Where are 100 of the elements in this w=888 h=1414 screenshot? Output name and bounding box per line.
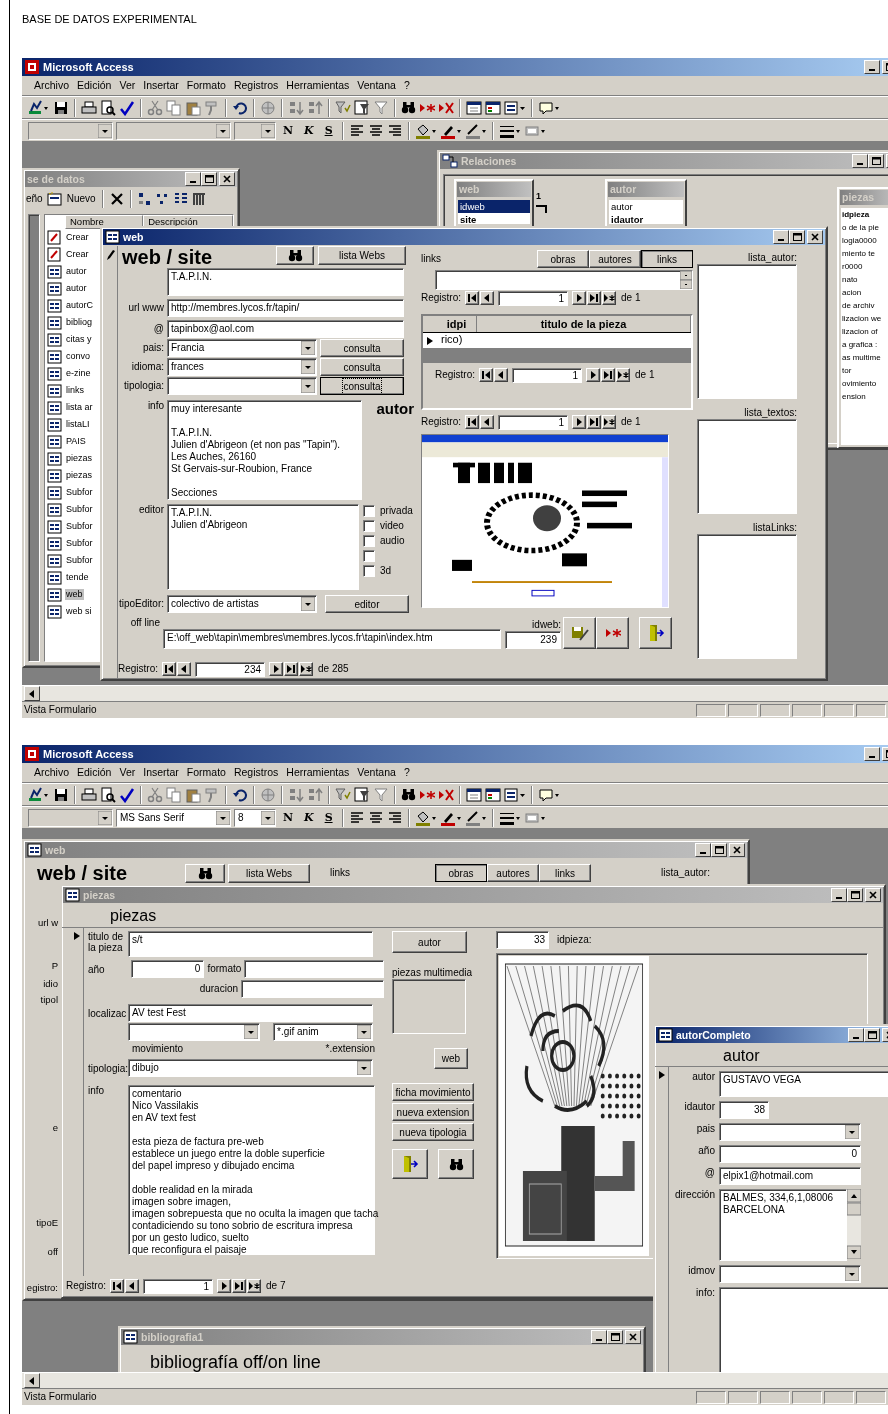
save-icon[interactable] xyxy=(53,99,69,116)
align-right-icon[interactable] xyxy=(386,809,403,826)
text-field[interactable]: http://membres.lycos.fr/tapin/ xyxy=(167,299,404,318)
menu-item[interactable]: Ventana xyxy=(353,766,400,779)
checkbox[interactable] xyxy=(363,565,375,578)
text-area[interactable]: muy interesante T.A.P.I.N. Julien d'Abrigeon (et non pas "Tapin"). Les Auches, 26160 St Gervais-sur-Roubion, France Secciones xyxy=(167,400,362,501)
list-box[interactable] xyxy=(392,979,466,1035)
format-button[interactable]: S xyxy=(320,811,337,825)
menu-item[interactable]: Ver xyxy=(115,766,140,779)
format-button[interactable]: K xyxy=(300,124,318,138)
format-painter-icon[interactable] xyxy=(204,99,220,116)
database-window-icon[interactable] xyxy=(485,786,501,803)
help-icon[interactable] xyxy=(538,786,560,803)
first-record-button[interactable] xyxy=(162,662,176,677)
field-name[interactable]: o de la pie xyxy=(841,221,888,235)
text-field[interactable]: E:\off_web\tapin\membres\membres.lycos.fr\tapin\index.htm xyxy=(163,629,501,650)
menu-item[interactable]: Insertar xyxy=(139,766,183,779)
last-record-button[interactable] xyxy=(587,291,601,306)
line-color-icon[interactable] xyxy=(464,809,487,826)
search-button[interactable] xyxy=(438,1149,474,1180)
maximize-button[interactable] xyxy=(607,1330,623,1345)
help-icon[interactable] xyxy=(538,99,560,116)
tab[interactable]: obras xyxy=(435,864,487,883)
list-item[interactable]: piezas xyxy=(65,470,93,482)
new-record-button[interactable] xyxy=(299,662,313,677)
record-number-field[interactable]: 1 xyxy=(498,290,568,306)
text-field[interactable]: AV test Fest xyxy=(128,1004,373,1023)
text-area[interactable]: GUSTAVO VEGA xyxy=(719,1071,888,1098)
binoculars-icon[interactable] xyxy=(401,101,416,115)
menu-item[interactable]: Registros xyxy=(229,79,283,92)
table-box[interactable]: autor autor idautor xyxy=(605,179,687,229)
align-right-icon[interactable] xyxy=(386,122,403,139)
list-item[interactable]: lista ar xyxy=(65,402,94,414)
undo-icon[interactable] xyxy=(232,99,248,116)
minimize-button[interactable] xyxy=(185,172,201,187)
list-item[interactable]: convo xyxy=(65,351,92,363)
list-item[interactable]: Subfor xyxy=(65,555,94,567)
close-button[interactable] xyxy=(625,1330,641,1345)
previous-record-button[interactable] xyxy=(177,662,191,677)
sort-ascending-icon[interactable] xyxy=(288,99,304,116)
small-icons-icon[interactable] xyxy=(155,192,170,207)
list-item[interactable]: web si xyxy=(65,606,93,618)
first-record-button[interactable] xyxy=(465,415,479,430)
form-button[interactable]: ficha movimiento xyxy=(392,1083,474,1102)
new-record-button[interactable] xyxy=(602,291,616,306)
format-button[interactable]: N xyxy=(279,811,298,825)
field-name[interactable]: de archiv xyxy=(841,299,888,313)
dropdown-field[interactable]: *.gif anim xyxy=(273,1023,373,1042)
maximize-button[interactable] xyxy=(789,230,805,245)
cut-icon[interactable] xyxy=(147,786,163,803)
close-button[interactable] xyxy=(865,888,881,903)
last-record-button[interactable] xyxy=(587,415,601,430)
list-item[interactable]: e-zine xyxy=(65,368,92,380)
field-name[interactable]: lizacion of xyxy=(841,325,888,339)
text-field[interactable]: 239 xyxy=(505,631,561,650)
query-button[interactable]: consulta xyxy=(320,358,404,377)
maximize-button[interactable] xyxy=(711,843,727,858)
field-name[interactable]: idautor xyxy=(609,213,683,225)
new-record-button[interactable] xyxy=(616,368,630,383)
previous-record-button[interactable] xyxy=(480,291,494,306)
record-number-field[interactable]: 1 xyxy=(498,414,568,430)
format-button[interactable]: S xyxy=(320,124,337,138)
list-item[interactable]: PAIS xyxy=(65,436,87,448)
next-record-button[interactable] xyxy=(572,415,586,430)
align-left-icon[interactable] xyxy=(348,122,365,139)
dropdown-field[interactable]: colectivo de artistas xyxy=(167,595,317,614)
text-area[interactable]: s/t xyxy=(128,931,373,958)
format-button[interactable]: K xyxy=(300,811,318,825)
menu-item[interactable]: Ver xyxy=(115,79,140,92)
spelling-icon[interactable] xyxy=(119,99,135,116)
filter-form-icon[interactable] xyxy=(354,786,370,803)
menu-item[interactable]: Edición xyxy=(73,766,116,779)
view-icon[interactable] xyxy=(28,786,50,803)
text-field[interactable]: tapinbox@aol.com xyxy=(167,320,404,339)
print-preview-icon[interactable] xyxy=(100,786,116,803)
field-name[interactable]: miento te xyxy=(841,247,888,261)
menu-item[interactable]: Ventana xyxy=(353,79,400,92)
editor-button[interactable]: editor xyxy=(325,595,409,614)
maximize-button[interactable] xyxy=(847,888,863,903)
new-record-button[interactable] xyxy=(596,617,629,650)
close-button[interactable] xyxy=(807,230,823,245)
form-button[interactable]: nueva extension xyxy=(392,1103,474,1122)
record-number-field[interactable]: 1 xyxy=(143,1278,213,1294)
dropdown-field[interactable]: frances xyxy=(167,358,317,377)
new-object-icon[interactable] xyxy=(504,786,526,803)
format-button[interactable]: N xyxy=(279,124,298,138)
first-record-button[interactable] xyxy=(479,368,493,383)
properties-icon[interactable] xyxy=(466,786,482,803)
scroll-left-button[interactable] xyxy=(24,686,40,702)
record-number-field[interactable]: 1 xyxy=(512,367,582,383)
paste-icon[interactable] xyxy=(185,99,201,116)
checkbox[interactable] xyxy=(363,535,375,548)
column-header[interactable]: Nombre xyxy=(65,215,144,230)
list-item[interactable]: tende xyxy=(65,572,90,584)
align-center-icon[interactable] xyxy=(367,122,384,139)
properties-icon[interactable] xyxy=(466,99,482,116)
new-record-button[interactable] xyxy=(247,1279,261,1294)
exit-button[interactable] xyxy=(639,617,672,650)
field-name[interactable]: r0000 xyxy=(841,260,888,274)
list-item[interactable]: autor xyxy=(65,266,88,278)
